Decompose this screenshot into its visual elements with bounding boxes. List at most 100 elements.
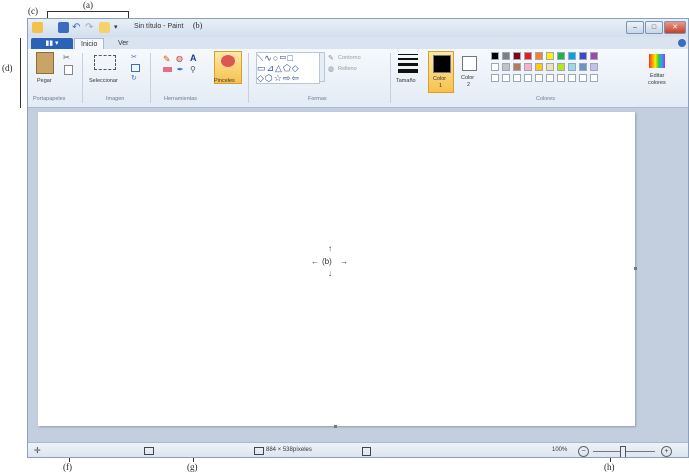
canvas-resize-handle-right[interactable] [634, 267, 637, 270]
palette-swatch[interactable] [513, 74, 521, 82]
shapes-gallery[interactable]: ⟍∿○▭□ ▭⊿△⬠◇ ◇⬡☆⇨⇦ [256, 52, 320, 84]
selection-size-icon [144, 447, 154, 455]
cursor-up-arrow-icon: ↑ [328, 244, 332, 253]
color2-button[interactable]: Color 2 [458, 51, 482, 93]
size-label[interactable]: Tamaño [396, 78, 416, 84]
color1-swatch [433, 55, 451, 73]
outline-icon[interactable]: ✎ [328, 54, 334, 62]
palette-swatch[interactable] [546, 74, 554, 82]
zoom-in-button[interactable]: + [661, 446, 672, 457]
color2-swatch [462, 56, 477, 71]
image-size-text: 884 × 538píxeles [266, 447, 312, 453]
shapes-scroll-icon[interactable] [319, 52, 325, 82]
canvas-area[interactable]: ↑ ← (b) → ↓ [28, 108, 688, 442]
magnifier-icon[interactable]: ⚲ [190, 65, 196, 74]
palette-swatch[interactable] [502, 63, 510, 71]
fill-label[interactable]: Relleno [338, 66, 357, 72]
tab-home[interactable]: Inicio [74, 38, 105, 49]
help-icon[interactable] [678, 39, 686, 47]
palette-swatch[interactable] [535, 52, 543, 60]
save-icon[interactable] [58, 22, 69, 33]
window-title: Sin título - Paint [134, 23, 184, 30]
palette-swatch[interactable] [568, 63, 576, 71]
rotate-icon[interactable]: ↻ [131, 74, 137, 82]
crop-icon[interactable]: ✂ [131, 53, 137, 61]
customize-qat-icon[interactable]: ▾ [114, 22, 125, 33]
paint-app-icon[interactable] [32, 22, 43, 33]
minimize-button[interactable]: – [626, 21, 644, 34]
select-label[interactable]: Seleccionar [89, 78, 118, 84]
select-icon[interactable] [94, 55, 116, 70]
color1-num: 1 [439, 83, 443, 89]
ribbon-home: Pegar ✂ Portapapeles Seleccionar ✂ ↻ Ima… [28, 49, 688, 108]
palette-swatch[interactable] [568, 52, 576, 60]
edit-colors-label-1[interactable]: Editar [650, 73, 664, 79]
eraser-icon[interactable] [163, 67, 172, 72]
palette-swatch[interactable] [513, 63, 521, 71]
palette-swatch[interactable] [557, 63, 565, 71]
palette-swatch[interactable] [491, 63, 499, 71]
palette-swatch[interactable] [535, 63, 543, 71]
palette-swatch[interactable] [557, 74, 565, 82]
canvas-resize-handle-bottom[interactable] [334, 425, 337, 428]
cursor-label: (b) [322, 257, 332, 266]
brush-icon [221, 55, 235, 67]
palette-swatch[interactable] [568, 74, 576, 82]
palette-swatch[interactable] [557, 52, 565, 60]
palette-swatch[interactable] [513, 52, 521, 60]
drawing-canvas[interactable]: ↑ ← (b) → ↓ [38, 112, 637, 428]
close-button[interactable]: ✕ [664, 21, 686, 34]
color-palette [491, 52, 641, 92]
color2-label: Color [461, 75, 475, 81]
palette-swatch[interactable] [546, 63, 554, 71]
fill-icon[interactable]: ◍ [176, 54, 183, 63]
palette-swatch[interactable] [524, 63, 532, 71]
paste-icon[interactable] [36, 52, 54, 74]
fill-shape-icon[interactable]: ◍ [328, 65, 334, 73]
cursor-right-arrow-icon: → [340, 257, 348, 266]
palette-swatch[interactable] [524, 52, 532, 60]
color1-button[interactable]: Color 1 [428, 51, 454, 93]
palette-swatch[interactable] [546, 52, 554, 60]
undo-icon[interactable]: ↶ [72, 22, 83, 33]
cut-icon[interactable]: ✂ [63, 53, 70, 62]
zoom-out-button[interactable]: − [578, 446, 589, 457]
paste-label[interactable]: Pegar [37, 78, 52, 84]
maximize-button[interactable]: □ [645, 21, 663, 34]
outline-label[interactable]: Contorno [338, 55, 361, 61]
palette-swatch[interactable] [579, 74, 587, 82]
tab-view[interactable]: Ver [112, 38, 135, 49]
colors-group-label: Colores [536, 96, 555, 102]
annotation-h: (h) [604, 462, 615, 472]
annotation-c: (c) [28, 6, 38, 16]
brushes-label[interactable]: Pinceles [214, 78, 235, 84]
zoom-slider-thumb[interactable] [620, 446, 626, 457]
edit-colors-label-2[interactable]: colores [648, 80, 666, 86]
edit-colors-icon[interactable] [649, 54, 665, 68]
palette-swatch[interactable] [524, 74, 532, 82]
palette-swatch[interactable] [491, 52, 499, 60]
palette-swatch[interactable] [590, 63, 598, 71]
annotation-b-title: (b) [193, 21, 203, 30]
palette-swatch[interactable] [590, 52, 598, 60]
pencil-icon[interactable]: ✎ [163, 54, 171, 65]
palette-swatch[interactable] [579, 63, 587, 71]
size-icon[interactable] [398, 54, 418, 73]
annotation-d: (d) [2, 63, 13, 73]
redo-icon[interactable]: ↷ [85, 22, 96, 33]
copy-icon[interactable] [64, 65, 73, 75]
folder-icon[interactable] [99, 22, 110, 33]
file-menu-button[interactable]: ▮▮ ▾ [31, 38, 73, 49]
color-picker-icon[interactable]: ✒ [177, 65, 184, 74]
tools-group-label: Herramientas [164, 96, 198, 102]
palette-swatch[interactable] [502, 74, 510, 82]
palette-swatch[interactable] [579, 52, 587, 60]
palette-swatch[interactable] [502, 52, 510, 60]
palette-swatch[interactable] [590, 74, 598, 82]
resize-icon[interactable] [131, 64, 140, 72]
palette-swatch[interactable] [491, 74, 499, 82]
text-icon[interactable]: A [190, 53, 197, 63]
palette-swatch[interactable] [535, 74, 543, 82]
image-size-icon [254, 447, 264, 455]
shapes-group-label: Formas [308, 96, 327, 102]
